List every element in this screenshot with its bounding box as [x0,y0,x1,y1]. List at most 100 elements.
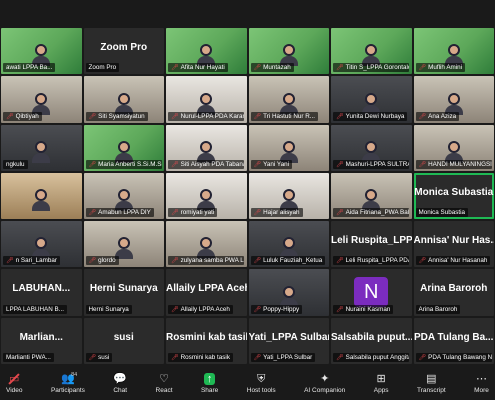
participant-tile[interactable]: Rosmini kab tasik 🎤︎ Rosmini kab tasik [166,317,247,364]
participant-name: Siti Syamsiyatun [98,112,145,120]
participant-name: Muntazah [263,64,291,72]
participant-display-name: Annisa' Nur Has... [413,235,495,247]
participant-tile[interactable]: Herni Sunarya Herni Sunarya [83,269,164,316]
participant-tile[interactable]: 🎤︎ glordo [83,221,164,268]
participant-tile[interactable]: susi 🎤︎ susi [83,317,164,364]
participant-tile[interactable]: 🎤︎ Siti Syamsiyatun [83,76,164,123]
participant-name-label: 🎤︎ Salsabila puput Anggita [333,352,410,362]
participant-name: Arina Baroroh [418,305,458,313]
participant-tile[interactable]: 🎤︎ romiyati yati [166,172,247,220]
participant-tile[interactable]: ngkulu [1,124,82,171]
participant-display-name: susi [113,331,134,343]
participant-name: Annisa' Nur Hasanah [428,257,488,265]
participant-tile[interactable]: 🎤︎ HANDI MULYANINGSIH [413,124,494,171]
participant-tile[interactable]: 🎤︎ Yani Yani [248,124,329,171]
participant-name: Afita Nur Hayati [180,64,225,72]
participant-name: Yati_LPPA Sulbar [263,353,313,361]
more-button[interactable]: ⋯ More [474,373,489,394]
participant-name-label: 🎤︎ Nurul-LPPA PDA Karan... [168,111,245,121]
participant-display-name: Salsabila puput... [331,331,412,343]
participant-name-label: 🎤︎ Siti Syamsiyatun [85,111,148,121]
participant-tile[interactable]: Monica Subastia Monica Subastia [413,172,494,220]
participant-tile[interactable]: Salsabila puput... 🎤︎ Salsabila puput Angg… [331,317,412,364]
participant-tile[interactable]: 🎤︎ Muntazah [248,28,329,75]
share-label: Share [200,386,219,394]
participant-tile[interactable]: 🎤︎ Nurul-LPPA PDA Karan... [166,76,247,123]
participant-tile[interactable]: 🎤︎ zulyana samba PWA L... [166,221,247,268]
participant-name-label: 🎤︎ Qibtiyah [3,111,42,121]
mic-muted-icon: 🎤︎ [88,161,97,168]
transcript-button[interactable]: ▤ Transcript [417,373,446,394]
participant-tile[interactable]: 🎤︎ Yunita Dewi Nurbaya [331,76,412,123]
participant-name: Nurul-LPPA PDA Karan... [180,112,245,120]
participant-tile[interactable]: 🎤︎ Amabun LPPA DIY [83,172,164,220]
top-video-strip [0,0,495,28]
participant-name: Muflih Amini [428,64,463,72]
video-button[interactable]: ▭ Video [6,373,23,394]
participant-tile[interactable]: 🎤︎Siti Aisyah PDA Tabana... [166,124,247,171]
mic-muted-icon: 🎤︎ [253,210,262,217]
participant-name: Maria Anberti S.Si.M.Si [98,160,162,168]
participants-label: Participants [50,386,85,394]
participant-tile[interactable]: 🎤︎ Aida Fitriana_PWA Bali [331,172,412,220]
participant-tile[interactable] [1,172,82,220]
host-tools-button[interactable]: ⛨ Host tools [247,373,276,394]
participant-tile[interactable]: 🎤︎ Hajar alisyah [248,172,329,220]
participant-tile[interactable]: 🎤︎ Maria Anberti S.Si.M.Si [83,124,164,171]
participant-tile[interactable]: PDA Tulang Ba... 🎤︎ PDA Tulang Bawang N... [413,317,494,364]
participant-tile[interactable]: 🎤︎ Ana Aziza [413,76,494,123]
participant-name: Leli Ruspita_LPPA PDA ... [345,257,410,265]
participant-name: zulyana samba PWA L... [180,257,245,265]
participant-name-label: 🎤︎ Yunita Dewi Nurbaya [333,111,408,121]
participant-name-label: 🎤︎ Aida Fitriana_PWA Bali [333,208,410,218]
participant-tile[interactable]: Marlian... Marlianti PWA... [1,317,82,364]
participant-name-label: Herni Sunarya [85,304,132,314]
sparkle-icon: ✦ [320,372,330,385]
transcript-icon: ▤ [426,372,437,385]
mic-muted-icon: 🎤︎ [253,306,262,313]
participant-tile[interactable]: N 🎤︎ Nuraini Kasman [331,269,412,316]
chat-button[interactable]: 💬 Chat [113,373,127,394]
participant-tile[interactable]: 🎤︎ Muflih Amini [413,28,494,75]
participant-tile[interactable]: Annisa' Nur Has... 🎤︎ Annisa' Nur Hasanah [413,221,495,268]
react-button[interactable]: ♡ React [156,373,173,394]
participant-tile[interactable]: Leli Ruspita_LPP... 🎤︎ Leli Ruspita_LPPA P… [331,221,412,268]
participant-display-name: Herni Sunarya [89,283,158,295]
participant-tile[interactable]: Zoom Pro Zoom Pro [83,28,164,75]
participant-name: Salsabila puput Anggita [345,353,410,361]
participant-tile[interactable]: 🎤︎ Poppy-Hippy [248,269,329,316]
participant-name: Siti Aisyah PDA Tabana... [180,160,245,168]
participant-tile[interactable]: awati LPPA Ba... [1,28,82,75]
participant-tile[interactable]: Arina Baroroh Arina Baroroh [413,269,494,316]
participant-tile[interactable]: 🎤︎ Titin S_LPPA Gorontalo [331,28,412,75]
participant-name: Mashuri-LPPA SULTRA [345,160,410,168]
participants-button[interactable]: 👥 84 Participants [50,372,85,394]
share-button[interactable]: ↑ Share [200,372,219,394]
participant-name-label: 🎤︎Leli Ruspita_LPPA PDA ... [333,256,410,266]
video-label: Video [6,386,23,394]
participant-tile[interactable]: 🎤︎ Afita Nur Hayati [166,28,247,75]
participant-tile[interactable]: Yati_LPPA Sulbar 🎤︎ Yati_LPPA Sulbar [248,317,329,364]
participant-tile[interactable]: Allaily LPPA Aceh 🎤︎ Allaily LPPA Aceh [166,269,247,316]
more-label: More [474,386,489,394]
participant-tile[interactable]: 🎤︎ Tri Hastuti Nur R... [248,76,329,123]
participant-name-label: 🎤︎ Poppy-Hippy [250,304,303,314]
participant-tile[interactable]: 🎤︎ n Sari_Lambar [1,221,82,268]
chat-label: Chat [113,386,128,394]
participant-name: Nuraini Kasman [345,305,391,313]
participant-tile[interactable]: LABUHAN... LPPA LABUHAN B... [1,269,82,316]
participant-name: Tri Hastuti Nur R... [263,112,316,120]
participant-name-label: 🎤︎ Tri Hastuti Nur R... [250,111,319,121]
participant-tile[interactable]: 🎤︎ Mashuri-LPPA SULTRA [331,124,412,171]
apps-button[interactable]: ⊞ Apps [374,373,389,394]
participant-display-name: Zoom Pro [100,41,148,53]
participant-name: susi [98,353,110,361]
ai-companion-button[interactable]: ✦ AI Companion [304,373,345,394]
participant-tile[interactable]: 🎤︎ Qibtiyah [1,76,82,123]
participant-name-label: 🎤︎ Titin S_LPPA Gorontalo [333,63,410,73]
participant-name-label: 🎤︎ glordo [85,256,119,266]
shield-icon: ⛨ [257,372,266,385]
avatar: N [354,277,389,308]
participant-name-label: 🎤︎ romiyati yati [168,208,218,218]
participant-tile[interactable]: 🎤︎ Luluk Fauziah_Ketua [248,221,329,268]
